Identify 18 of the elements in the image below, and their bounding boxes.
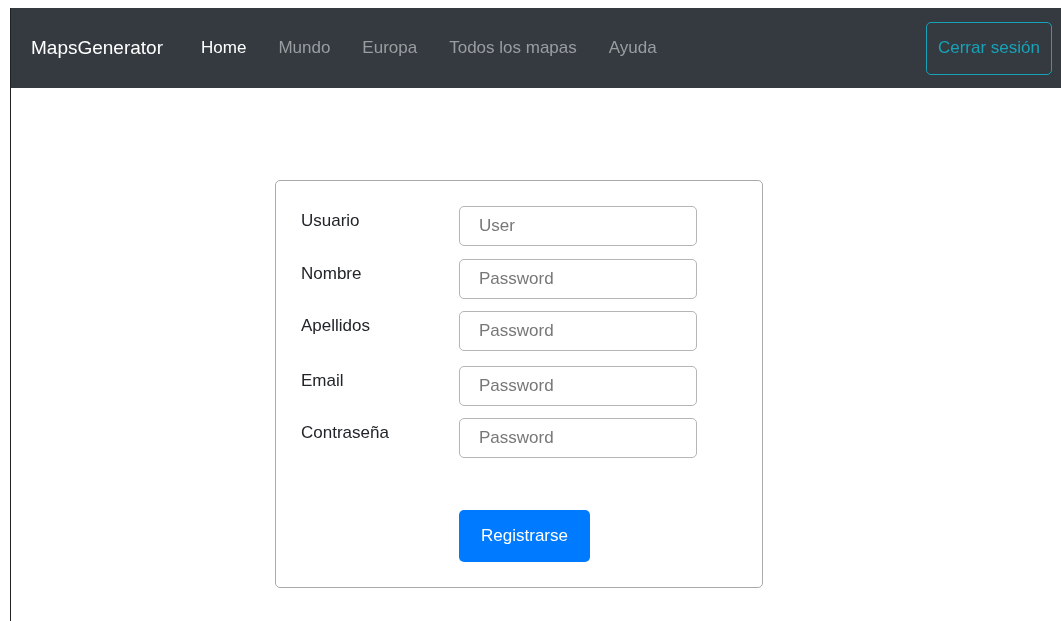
input-field[interactable]: Password (459, 366, 697, 406)
field-label: Usuario (301, 210, 361, 232)
field-label: Email (301, 370, 345, 392)
nav-link[interactable]: Home (185, 27, 263, 69)
input-field[interactable]: Password (459, 418, 697, 458)
nav-link[interactable]: Mundo (262, 27, 347, 69)
field-label: Apellidos (301, 315, 371, 337)
input-field[interactable]: Password (459, 259, 697, 299)
input-field[interactable]: Password (459, 311, 697, 351)
nav-link[interactable]: Ayuda (592, 27, 673, 69)
input-field[interactable]: User (459, 206, 697, 246)
nav-link[interactable]: Europa (346, 27, 434, 69)
register-button[interactable]: Registrarse (459, 510, 590, 562)
field-label: Nombre (301, 263, 363, 285)
nav-link[interactable]: Todos los mapas (433, 27, 593, 69)
logout-button[interactable]: Cerrar sesión (925, 21, 1052, 75)
field-label: Contraseña (301, 422, 390, 444)
brand-logo[interactable]: MapsGenerator (31, 33, 163, 63)
